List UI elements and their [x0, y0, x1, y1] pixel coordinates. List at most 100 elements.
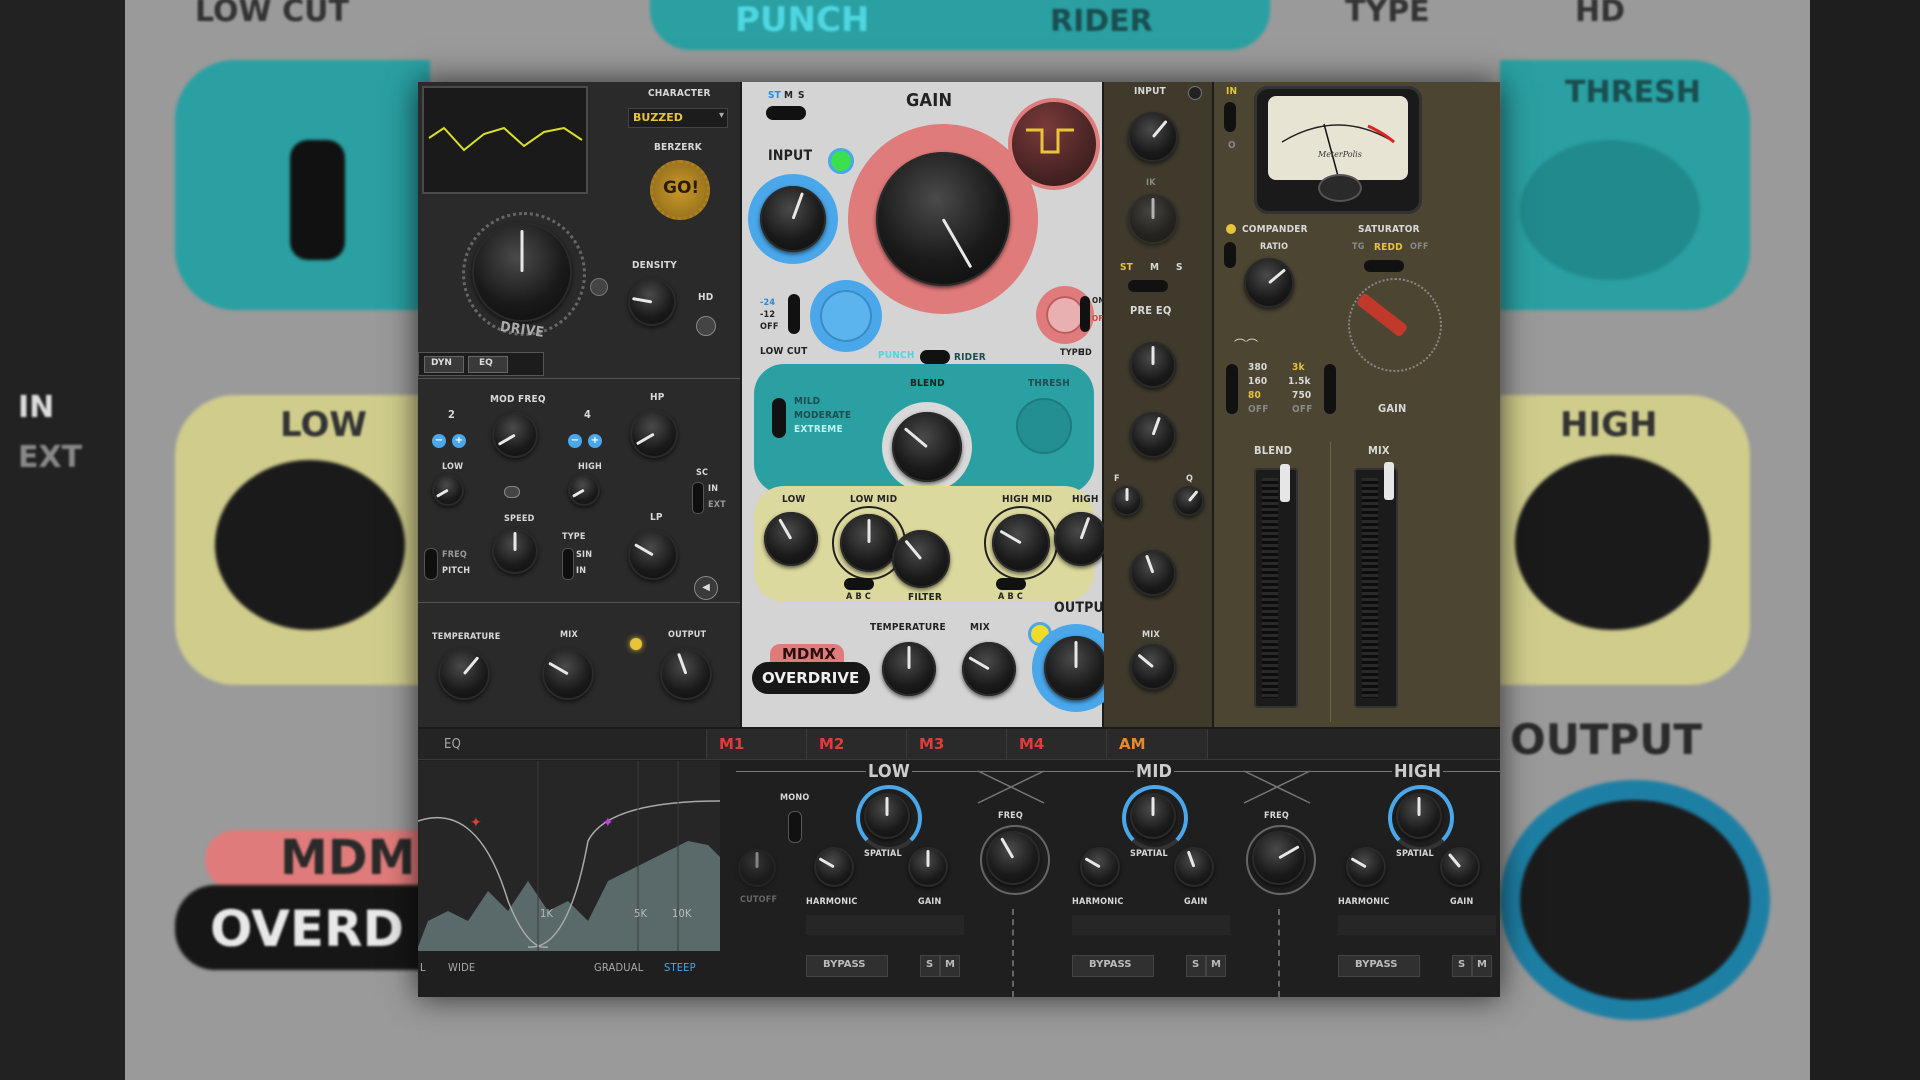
band-mid-spatial-knob[interactable]	[1130, 793, 1176, 839]
mix-knob[interactable]	[1130, 644, 1176, 690]
lp-knob[interactable]	[628, 530, 678, 580]
type-switch[interactable]	[562, 548, 574, 580]
panel-companders: IN O MeterPolis COMPANDER RATIO SATURATO…	[1214, 82, 1500, 727]
band-mid-m-button[interactable]: M	[1206, 955, 1226, 977]
sc-switch[interactable]	[692, 482, 704, 514]
tab-m2[interactable]: M2	[806, 729, 907, 759]
pre-eq-knob-2[interactable]	[1130, 412, 1176, 458]
mod-freq-knob[interactable]	[492, 412, 538, 458]
extreme-switch[interactable]	[772, 398, 786, 438]
band-low-harmonic-knob[interactable]	[814, 847, 854, 887]
band-mid-harmonic-knob[interactable]	[1080, 847, 1120, 887]
band-low-m-button[interactable]: M	[940, 955, 960, 977]
band-low-spatial-knob[interactable]	[864, 793, 910, 839]
tab-dyn[interactable]: DYN	[424, 356, 464, 373]
blend-fader-handle[interactable]	[1280, 464, 1290, 502]
tab-m3[interactable]: M3	[906, 729, 1007, 759]
minus-button-right[interactable]: −	[568, 434, 582, 448]
high-knob[interactable]	[568, 474, 600, 506]
input-knob[interactable]	[760, 186, 826, 252]
crossover-2-knob[interactable]	[1252, 831, 1306, 885]
f-knob[interactable]	[1112, 486, 1142, 516]
eq-lowmid-knob[interactable]	[840, 514, 898, 572]
blend-knob[interactable]	[892, 412, 962, 482]
plus-button-left[interactable]: +	[452, 434, 466, 448]
band-high-s-button[interactable]: S	[1452, 955, 1472, 977]
eq-graph[interactable]: ✦ ✦	[418, 761, 721, 951]
speed-knob[interactable]	[492, 528, 538, 574]
crossover-1-knob[interactable]	[986, 831, 1040, 885]
temperature-knob[interactable]	[438, 648, 490, 700]
gain-knob[interactable]	[876, 152, 1010, 286]
band-low-s-button[interactable]: S	[920, 955, 940, 977]
filter-knob[interactable]	[892, 530, 950, 588]
link-mid-icon[interactable]	[504, 486, 520, 498]
band-mid-bypass-button[interactable]: BYPASS	[1072, 955, 1154, 977]
q-knob[interactable]	[1174, 486, 1204, 516]
output-knob[interactable]	[660, 648, 712, 700]
mix-knob[interactable]	[962, 642, 1016, 696]
lowcut-switch[interactable]	[788, 294, 800, 334]
thresh-knob[interactable]	[1016, 398, 1072, 454]
freq-pitch-switch[interactable]	[424, 548, 438, 580]
mix-fader-handle[interactable]	[1384, 462, 1394, 500]
saturator-switch[interactable]	[1364, 260, 1404, 272]
band-high-gain-knob[interactable]	[1440, 847, 1480, 887]
output-knob[interactable]	[1044, 636, 1108, 700]
low-knob[interactable]	[432, 474, 464, 506]
mix-knob[interactable]	[542, 648, 594, 700]
abc-switch-left[interactable]	[844, 578, 874, 590]
footer-steep[interactable]: STEEP	[664, 961, 696, 974]
density-knob[interactable]	[628, 278, 676, 326]
plus-button-right[interactable]: +	[588, 434, 602, 448]
input-link-icon[interactable]	[1188, 86, 1202, 100]
cutoff-knob[interactable]	[738, 849, 776, 887]
link-icon[interactable]	[590, 278, 608, 296]
eq-low-knob[interactable]	[764, 512, 818, 566]
band-high-harmonic-knob[interactable]	[1346, 847, 1386, 887]
eq-tab-label[interactable]: EQ	[444, 737, 461, 752]
punch-rider-switch[interactable]	[920, 350, 950, 364]
freq-high-switch[interactable]	[1324, 364, 1336, 414]
footer-wide[interactable]: WIDE	[448, 961, 475, 974]
input-knob2[interactable]	[1128, 194, 1178, 244]
in-switch[interactable]	[1224, 102, 1236, 132]
band-mid-s-button[interactable]: S	[1186, 955, 1206, 977]
band-high-m-button[interactable]: M	[1472, 955, 1492, 977]
hp-knob[interactable]	[630, 410, 678, 458]
band-low-gain-knob[interactable]	[908, 847, 948, 887]
character-select[interactable]: BUZZED ▾	[628, 108, 728, 128]
pre-eq-knob-1[interactable]	[1130, 342, 1176, 388]
st-switch[interactable]	[1128, 280, 1168, 292]
tab-am[interactable]: AM	[1106, 729, 1208, 759]
type-knob[interactable]	[1046, 296, 1084, 334]
hd-switch[interactable]	[1080, 296, 1090, 332]
ik-knob[interactable]	[820, 290, 872, 342]
eq-highmid-knob[interactable]	[992, 514, 1050, 572]
tab-m1[interactable]: M1	[706, 729, 807, 759]
mono-switch[interactable]	[788, 811, 802, 843]
temperature-knob[interactable]	[882, 642, 936, 696]
footer-gradual[interactable]: GRADUAL	[594, 961, 643, 974]
band-high-spatial-knob[interactable]	[1396, 793, 1442, 839]
hd-toggle[interactable]	[696, 316, 716, 336]
band-high-bypass-button[interactable]: BYPASS	[1338, 955, 1420, 977]
mix-fader-track	[1354, 468, 1398, 708]
in-label: IN	[576, 566, 587, 576]
abc-switch-right[interactable]	[996, 578, 1026, 590]
freq-low-switch[interactable]	[1226, 364, 1238, 414]
tab-eq[interactable]: EQ	[468, 356, 508, 373]
input-knob[interactable]	[1128, 112, 1178, 162]
pre-eq-knob-3[interactable]	[1130, 550, 1176, 596]
ratio-knob[interactable]	[1244, 258, 1294, 308]
tab-m4[interactable]: M4	[1006, 729, 1107, 759]
sc-listen-button[interactable]: ◀	[694, 576, 718, 600]
eq-high-knob[interactable]	[1054, 512, 1108, 566]
band-low-bypass-button[interactable]: BYPASS	[806, 955, 888, 977]
minus-button-left[interactable]: −	[432, 434, 446, 448]
stereo-mode-switch[interactable]	[766, 106, 806, 120]
comp-switch[interactable]	[1224, 242, 1236, 268]
band-mid-gain-knob[interactable]	[1174, 847, 1214, 887]
drive-knob[interactable]	[472, 222, 572, 322]
go-button[interactable]: GO!	[650, 160, 710, 220]
